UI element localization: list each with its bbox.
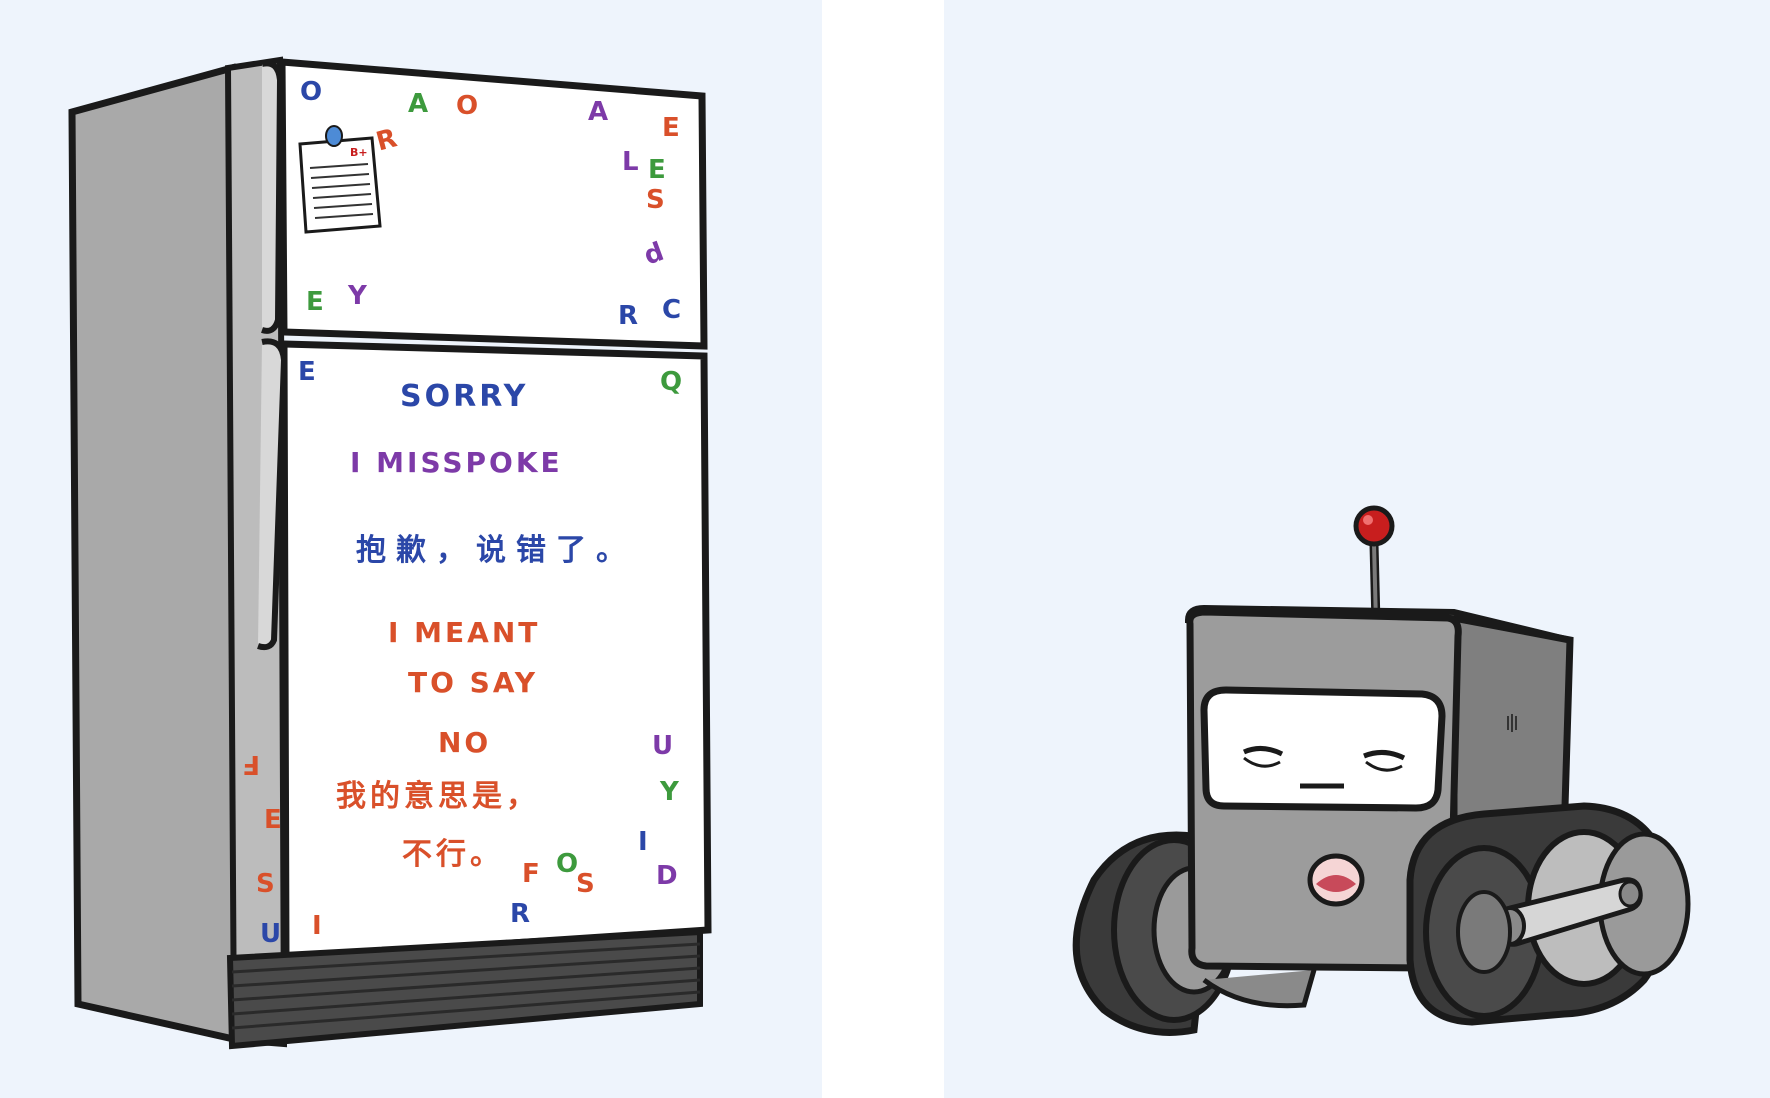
- letter-magnet: D: [656, 861, 678, 891]
- message-line-meant: I MEANT: [388, 616, 540, 649]
- letter-magnet: A: [588, 97, 608, 127]
- letter-magnet: E: [298, 357, 316, 387]
- letter-magnet: F: [242, 749, 260, 779]
- fridge-illustration: B+ O R A O A E L E S d E Y R C SORRY I M…: [68, 56, 712, 1050]
- letter-magnet: S: [646, 185, 665, 215]
- letter-magnet: E: [264, 805, 282, 835]
- letter-magnet: O: [300, 77, 322, 107]
- message-line-cn-no: 不行。: [402, 837, 504, 872]
- letter-magnet: C: [662, 295, 681, 325]
- note-grade: B+: [350, 146, 368, 159]
- pin-magnet-icon: [325, 125, 343, 147]
- letter-magnet: Y: [659, 777, 680, 807]
- letter-magnet: I: [312, 911, 322, 941]
- letter-magnet: S: [576, 869, 595, 899]
- top-door-handle: [261, 60, 284, 334]
- robot-panel: [944, 0, 1770, 1098]
- message-line-cn-meaning: 我的意思是，: [336, 779, 540, 814]
- fridge-side: [68, 63, 242, 1045]
- message-line-cn-sorry: 抱歉，说错了。: [356, 533, 636, 568]
- message-line-no: NO: [438, 726, 491, 759]
- letter-magnet: U: [652, 731, 673, 761]
- robot-illustration: [1072, 505, 1691, 1036]
- letter-magnet: S: [256, 869, 275, 899]
- report-card-note: B+: [298, 125, 382, 234]
- fridge-panel: B+ O R A O A E L E S d E Y R C SORRY I M…: [0, 0, 822, 1098]
- letter-magnet: R: [618, 301, 638, 331]
- letter-magnet: F: [522, 859, 540, 889]
- letter-magnet: O: [556, 849, 578, 879]
- letter-magnet: E: [306, 287, 324, 317]
- message-line-to-say: TO SAY: [408, 666, 538, 699]
- letter-magnet: L: [622, 147, 639, 177]
- letter-magnet: U: [260, 919, 281, 949]
- letter-magnet: R: [510, 899, 530, 929]
- gauge-icon: [1307, 853, 1365, 907]
- letter-magnet: O: [456, 91, 478, 121]
- robot-face: [1200, 686, 1446, 812]
- message-line-misspoke: I MISSPOKE: [350, 446, 563, 479]
- letter-magnet: E: [648, 155, 666, 185]
- antenna-icon: [1353, 505, 1395, 625]
- letter-magnet: Y: [347, 281, 368, 311]
- letter-magnet: Q: [660, 367, 682, 397]
- letter-magnet: E: [662, 113, 680, 143]
- right-track-icon: [1406, 802, 1691, 1026]
- letter-magnet: I: [638, 827, 648, 857]
- letter-magnet: A: [408, 89, 428, 119]
- message-line-sorry: SORRY: [400, 379, 528, 414]
